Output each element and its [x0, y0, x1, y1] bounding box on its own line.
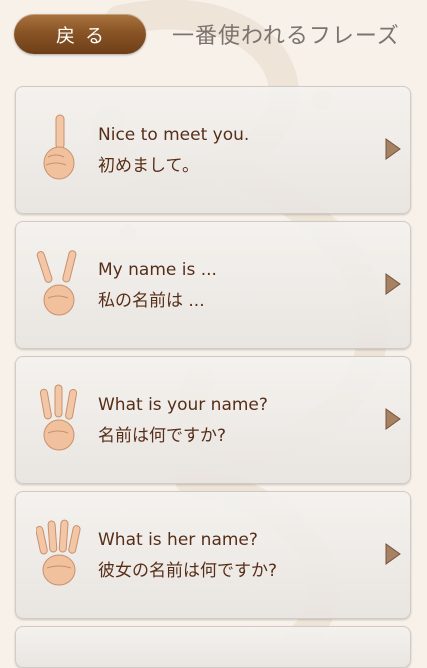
four-finger-hand-icon: [36, 519, 81, 586]
phrase-row-what-is-her-name[interactable]: What is her name? 彼女の名前は何ですか?: [15, 491, 411, 619]
back-button[interactable]: 戻る: [14, 14, 146, 54]
disclosure-arrow-icon: [385, 543, 401, 565]
phrase-row-nice-to-meet-you[interactable]: Nice to meet you. 初めまして。: [15, 86, 411, 214]
disclosure-arrow-icon: [385, 138, 401, 160]
two-finger-hand-icon: [36, 250, 77, 316]
phrase-english: What is her name?: [98, 530, 258, 550]
phrase-japanese: 名前は何ですか?: [98, 426, 227, 446]
phrase-row-what-is-your-name[interactable]: What is your name? 名前は何ですか?: [15, 356, 411, 484]
phrase-english: My name is ...: [98, 260, 217, 280]
navigation-bar: 戻る 一番使われるフレーズ: [0, 0, 427, 72]
one-finger-hand-icon: [43, 114, 75, 180]
disclosure-arrow-icon: [385, 273, 401, 295]
phrase-english: Nice to meet you.: [98, 125, 250, 145]
phrase-japanese: 初めまして。: [98, 156, 199, 176]
three-finger-hand-icon: [39, 384, 78, 451]
phrase-japanese: 私の名前は ...: [98, 291, 205, 311]
disclosure-arrow-icon: [385, 408, 401, 430]
phrase-row-my-name-is[interactable]: My name is ... 私の名前は ...: [15, 221, 411, 349]
phrase-list: Nice to meet you. 初めまして。 My name is ... …: [15, 86, 411, 668]
phrase-japanese: 彼女の名前は何ですか?: [98, 561, 278, 581]
page-title: 一番使われるフレーズ: [172, 24, 400, 49]
phrase-english: What is your name?: [98, 395, 268, 415]
phrase-row-partial[interactable]: [15, 626, 411, 668]
